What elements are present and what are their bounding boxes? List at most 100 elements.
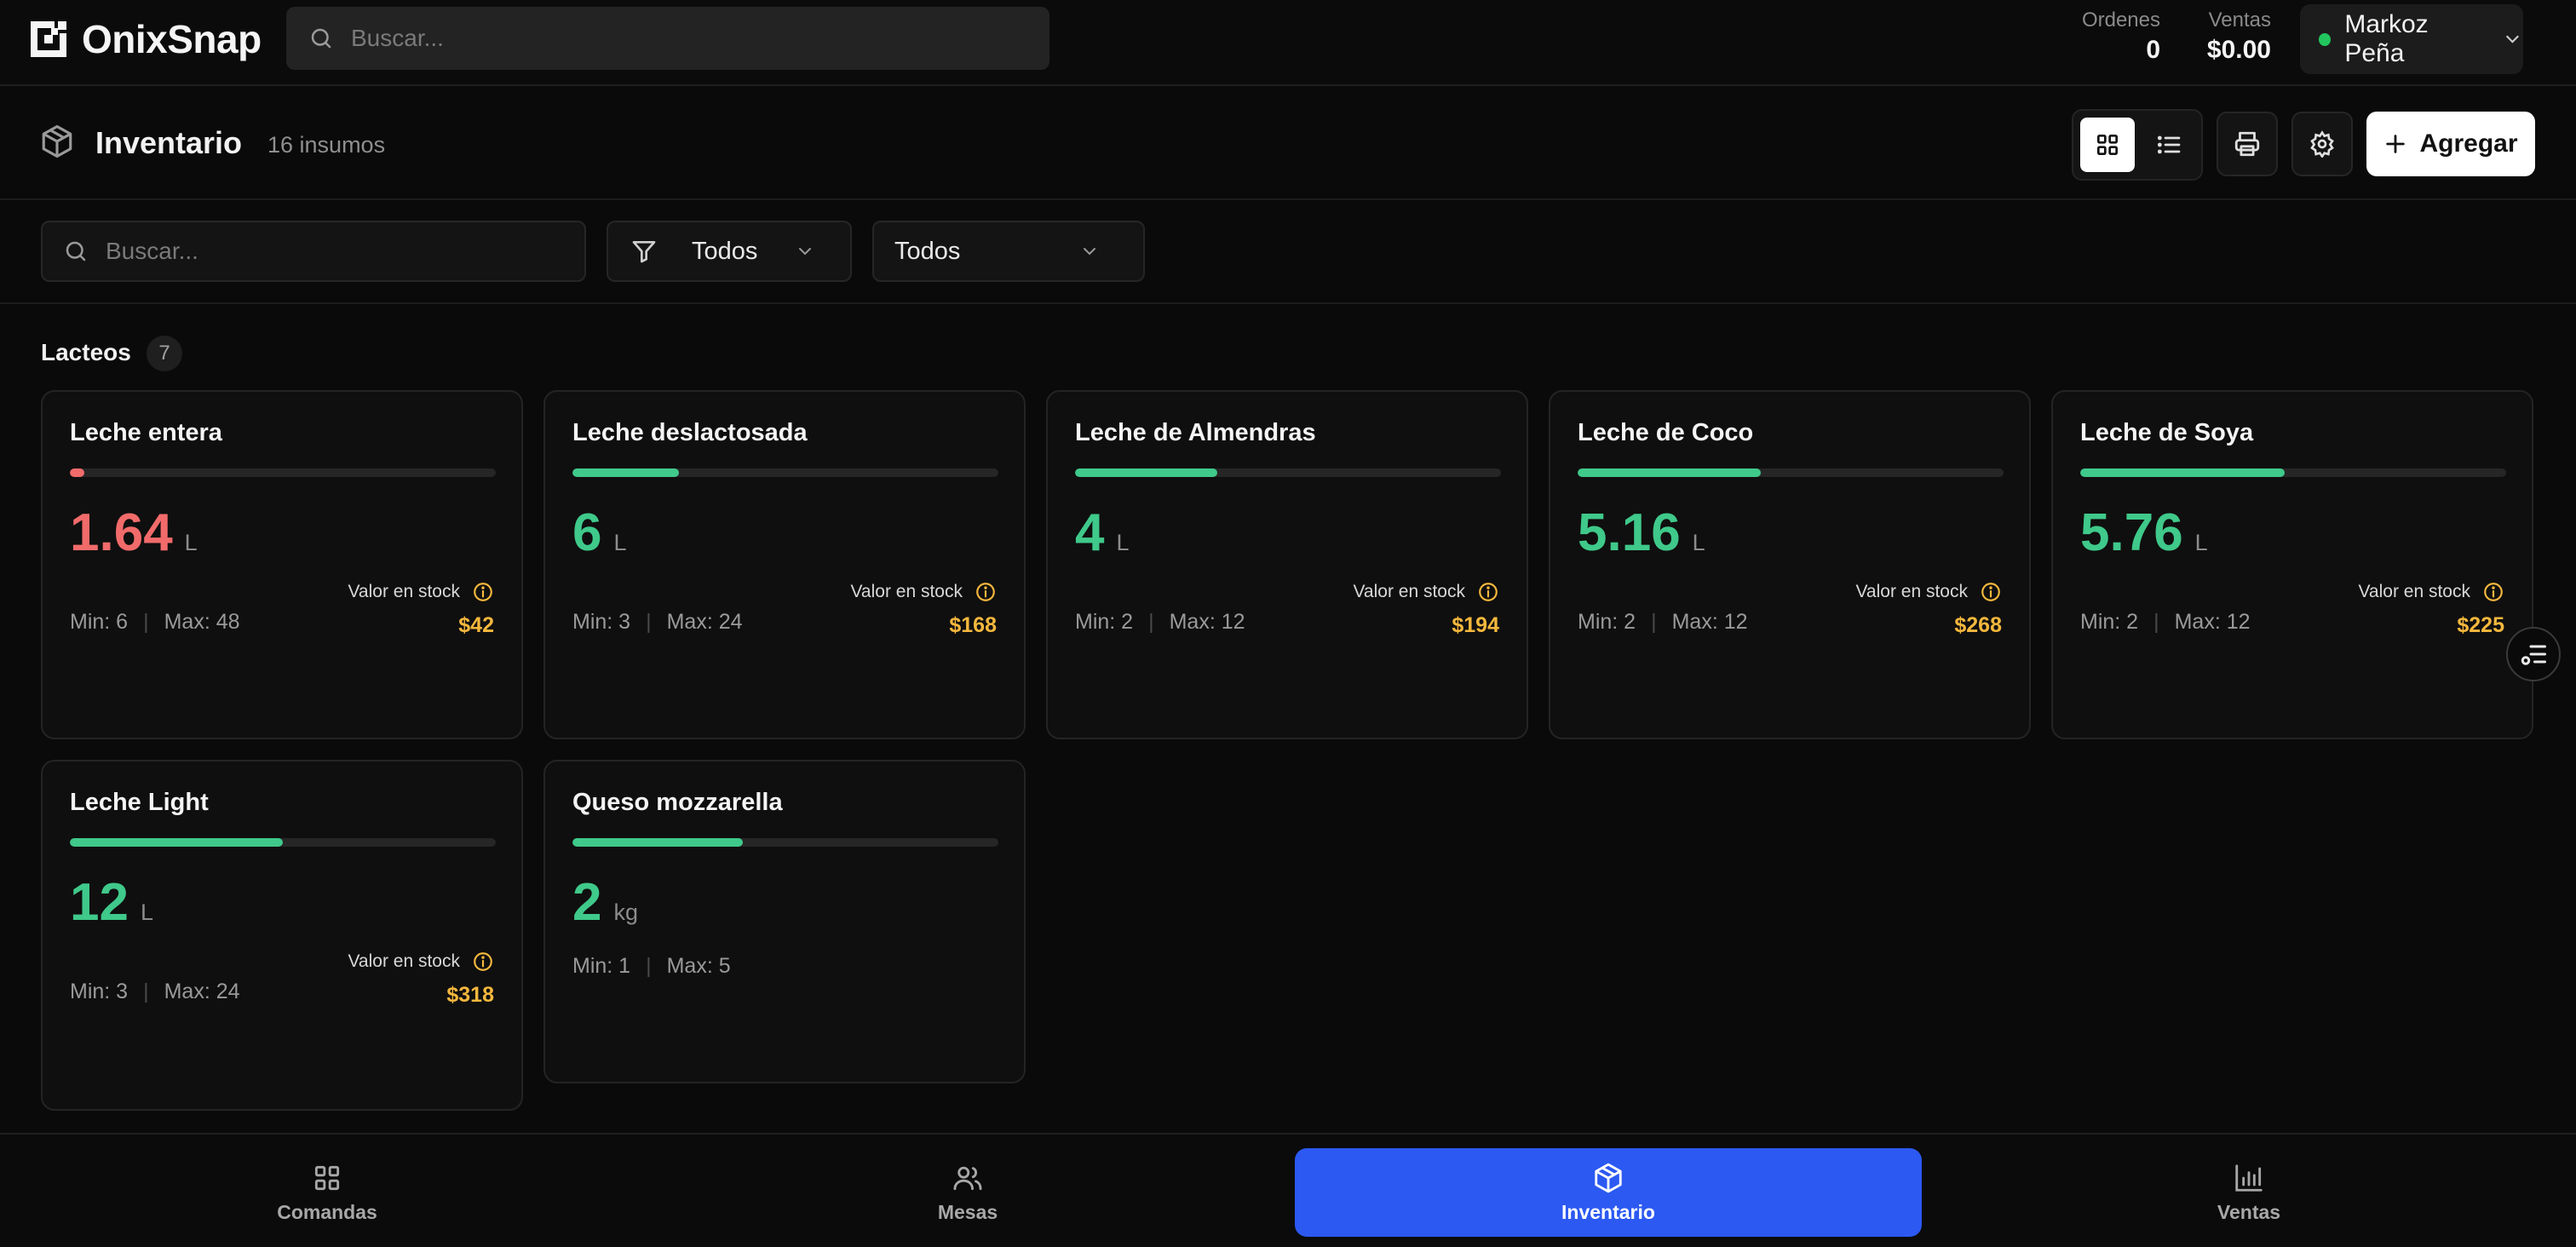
nav-label: Inventario: [1561, 1200, 1655, 1223]
grid-view-button[interactable]: [2080, 118, 2135, 172]
item-quantity: 4 L: [1075, 503, 1130, 563]
quantity-value: 1.64: [70, 503, 173, 562]
chevron-down-icon: [1084, 248, 1096, 256]
quantity-value: 4: [1075, 503, 1105, 562]
stock-level-fill: [572, 468, 679, 477]
info-icon[interactable]: [1477, 581, 1499, 603]
stock-value-label: Valor en stock: [348, 951, 494, 973]
quantity-unit: L: [613, 530, 627, 555]
category-filter-select[interactable]: Todos: [872, 221, 1145, 282]
item-count: 16 insumos: [267, 132, 386, 158]
app-logo[interactable]: OnixSnap: [27, 15, 262, 63]
info-icon[interactable]: [472, 581, 494, 603]
stock-level-bar: [2080, 468, 2506, 477]
chevron-down-icon: [2506, 35, 2519, 43]
nav-item-comandas[interactable]: Comandas: [0, 1148, 654, 1237]
quantity-value: 2: [572, 873, 602, 932]
add-item-button[interactable]: Agregar: [2366, 112, 2535, 176]
nav-label: Mesas: [937, 1200, 998, 1223]
inventory-card[interactable]: Leche Light 12 L Valor en stock $318 Min…: [41, 760, 523, 1111]
stock-value-amount: $268: [1954, 613, 2002, 637]
grid-icon: [314, 1165, 340, 1190]
sales-label: Ventas: [2208, 9, 2271, 32]
inventory-search[interactable]: [41, 221, 586, 282]
gear-icon: [2310, 130, 2334, 158]
plus-icon: [2386, 135, 2406, 153]
stock-value-label-text: Valor en stock: [348, 582, 460, 601]
quantity-value: 12: [70, 873, 129, 932]
stock-level-bar: [572, 838, 998, 847]
max-value: Max: 12: [1671, 610, 1748, 634]
search-icon: [311, 28, 331, 49]
quantity-value: 6: [572, 503, 602, 562]
inventory-card[interactable]: Queso mozzarella 2 kg Min: 1 | Max: 5: [543, 760, 1026, 1083]
global-search-input[interactable]: [351, 25, 1018, 52]
page-header: Inventario 16 insumos Agregar: [0, 88, 2576, 200]
quantity-unit: L: [1692, 530, 1705, 555]
stock-level-fill: [572, 838, 743, 847]
info-icon[interactable]: [472, 951, 494, 973]
bar-chart-icon: [2235, 1164, 2263, 1192]
nav-item-ventas[interactable]: Ventas: [1935, 1148, 2562, 1237]
min-value: Min: 3: [70, 980, 129, 1003]
min-value: Min: 3: [572, 610, 631, 634]
min-value: Min: 2: [1075, 610, 1134, 634]
nav-item-inventario[interactable]: Inventario: [1295, 1148, 1922, 1237]
min-value: Min: 1: [572, 954, 631, 978]
stock-value-label-text: Valor en stock: [348, 951, 460, 971]
inventory-card[interactable]: Leche deslactosada 6 L Valor en stock $1…: [543, 390, 1026, 739]
print-button[interactable]: [2217, 112, 2278, 176]
stock-level-bar: [1578, 468, 2004, 477]
floating-menu-button[interactable]: [2506, 627, 2561, 681]
inventory-card[interactable]: Leche de Soya 5.76 L Valor en stock $225…: [2051, 390, 2533, 739]
sales-stat: Ventas $0.00: [2189, 9, 2271, 65]
stock-value-label-text: Valor en stock: [2358, 582, 2470, 601]
separator: |: [143, 980, 149, 1003]
search-icon: [66, 241, 86, 261]
inventory-card[interactable]: Leche de Coco 5.16 L Valor en stock $268…: [1549, 390, 2031, 739]
stock-level-fill: [2080, 468, 2285, 477]
quantity-value: 5.16: [1578, 503, 1681, 562]
category-filter-value: Todos: [894, 237, 961, 265]
min-max: Min: 6 | Max: 48: [70, 610, 240, 635]
inventory-card[interactable]: Leche entera 1.64 L Valor en stock $42 M…: [41, 390, 523, 739]
stock-value-label: Valor en stock: [1353, 581, 1499, 603]
min-value: Min: 6: [70, 610, 129, 634]
separator: |: [2153, 610, 2159, 634]
category-title: Lacteos: [41, 339, 131, 365]
list-view-button[interactable]: [2142, 118, 2196, 172]
item-quantity: 5.76 L: [2080, 503, 2208, 563]
stock-level-fill: [70, 468, 84, 477]
stock-value-amount: $318: [446, 983, 494, 1007]
grid-icon: [2097, 135, 2118, 155]
add-item-label: Agregar: [2419, 129, 2518, 158]
quantity-value: 5.76: [2080, 503, 2183, 562]
inventory-search-input[interactable]: [106, 238, 575, 265]
quantity-unit: kg: [613, 899, 639, 925]
separator: |: [646, 954, 652, 978]
max-value: Max: 12: [1169, 610, 1245, 634]
global-search[interactable]: [286, 7, 1049, 70]
stock-value-label: Valor en stock: [348, 581, 494, 603]
category-count-badge: 7: [147, 336, 182, 371]
user-menu-button[interactable]: Markoz Peña: [2300, 4, 2523, 74]
user-name: Markoz Peña: [2344, 10, 2429, 67]
printer-icon: [2234, 131, 2260, 157]
users-icon: [953, 1166, 982, 1190]
inventory-card[interactable]: Leche de Almendras 4 L Valor en stock $1…: [1046, 390, 1528, 739]
stock-value-label-text: Valor en stock: [1855, 582, 1968, 601]
bottom-nav: Comandas Mesas Inventario Ventas: [0, 1133, 2576, 1247]
type-filter-select[interactable]: Todos: [607, 221, 852, 282]
logo-icon: [31, 21, 66, 57]
stock-level-bar: [70, 468, 496, 477]
info-icon[interactable]: [1980, 581, 2002, 603]
quantity-unit: L: [1116, 530, 1130, 555]
stock-level-fill: [1578, 468, 1761, 477]
nav-item-mesas[interactable]: Mesas: [654, 1148, 1281, 1237]
settings-button[interactable]: [2291, 112, 2353, 176]
chevron-down-icon: [799, 248, 812, 256]
separator: |: [1651, 610, 1657, 634]
info-icon[interactable]: [975, 581, 997, 603]
orders-value: 0: [2146, 36, 2160, 64]
info-icon[interactable]: [2482, 581, 2504, 603]
